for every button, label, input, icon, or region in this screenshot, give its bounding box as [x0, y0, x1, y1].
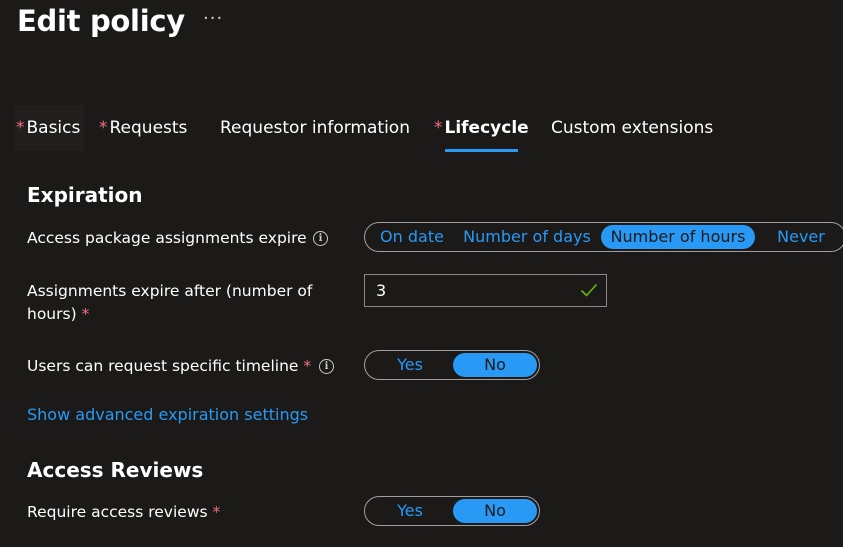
expire-after-hours-input[interactable]: 3	[364, 274, 607, 307]
tab-requests[interactable]: * Requests	[99, 105, 187, 151]
require-reviews-label: Require access reviews *	[27, 501, 220, 524]
tab-label: Lifecycle	[444, 118, 529, 138]
info-icon[interactable]: i	[319, 359, 334, 374]
tab-bar: * Basics * Requests Requestor information …	[0, 105, 843, 155]
tab-label: Requestor information	[220, 118, 410, 138]
required-marker: *	[81, 305, 90, 323]
required-marker: *	[16, 118, 25, 138]
required-marker: *	[99, 118, 108, 138]
required-marker: *	[434, 118, 443, 138]
expire-after-label: Assignments expire after (number of hour…	[27, 280, 327, 326]
expire-after-label-text: Assignments expire after (number of hour…	[27, 282, 313, 323]
option-no[interactable]: No	[453, 353, 537, 377]
tab-requestor-information[interactable]: Requestor information	[220, 105, 410, 151]
tab-custom-extensions[interactable]: Custom extensions	[551, 105, 713, 151]
require-reviews-toggle: Yes No	[364, 496, 540, 526]
tab-label: Requests	[109, 118, 188, 138]
require-reviews-label-text: Require access reviews	[27, 503, 208, 521]
option-no[interactable]: No	[453, 499, 537, 523]
specific-timeline-label-text: Users can request specific timeline	[27, 357, 299, 375]
checkmark-icon	[580, 283, 598, 297]
assignments-expire-label: Access package assignments expire	[27, 227, 307, 250]
option-yes[interactable]: Yes	[371, 353, 449, 377]
required-marker: *	[303, 357, 312, 375]
tab-label: Custom extensions	[551, 118, 714, 138]
active-tab-indicator	[445, 149, 518, 152]
page-title: Edit policy	[17, 4, 185, 38]
expiration-heading: Expiration	[27, 183, 143, 207]
expire-after-value: 3	[376, 281, 387, 300]
option-number-of-days[interactable]: Number of days	[461, 225, 593, 249]
tab-basics[interactable]: * Basics	[14, 105, 85, 151]
edit-policy-page: Edit policy ··· * Basics * Requests Reques…	[0, 0, 843, 547]
option-number-of-hours[interactable]: Number of hours	[601, 225, 755, 249]
assignments-expire-label-text: Access package assignments expire	[27, 229, 307, 247]
access-reviews-heading: Access Reviews	[27, 458, 204, 482]
assignments-expire-options: On date Number of days Number of hours N…	[364, 222, 843, 252]
show-advanced-expiration-link[interactable]: Show advanced expiration settings	[27, 405, 308, 424]
tab-lifecycle[interactable]: * Lifecycle	[434, 105, 529, 151]
tab-label: Basics	[26, 118, 81, 138]
info-icon[interactable]: i	[313, 231, 328, 246]
required-marker: *	[212, 503, 221, 521]
option-never[interactable]: Never	[765, 225, 837, 249]
more-options-icon[interactable]: ···	[203, 8, 223, 29]
specific-timeline-toggle: Yes No	[364, 350, 540, 380]
option-yes[interactable]: Yes	[371, 499, 449, 523]
option-on-date[interactable]: On date	[371, 225, 453, 249]
specific-timeline-label: Users can request specific timeline *	[27, 355, 311, 378]
